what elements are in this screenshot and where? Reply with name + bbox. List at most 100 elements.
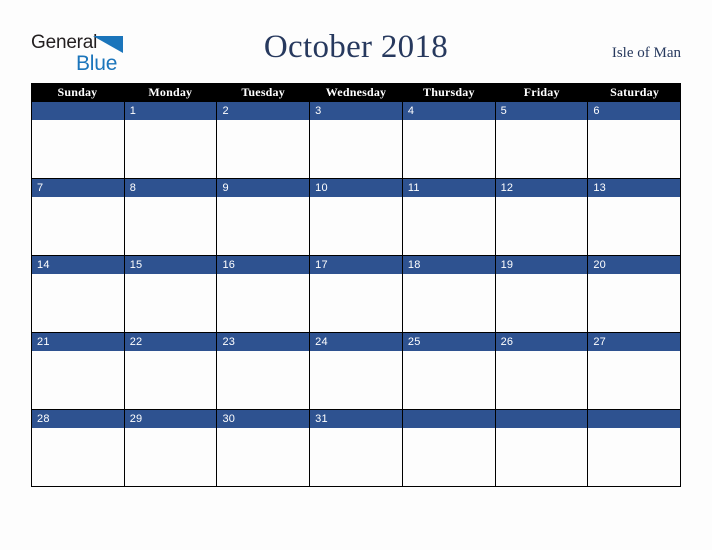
day-number [32, 102, 124, 120]
day-cell[interactable] [588, 410, 682, 487]
day-cell[interactable]: 20 [588, 256, 682, 333]
day-cell[interactable]: 13 [588, 179, 682, 256]
day-cell[interactable]: 10 [310, 179, 403, 256]
day-note-area[interactable] [217, 274, 310, 332]
day-number: 28 [32, 410, 124, 428]
day-number: 16 [217, 256, 310, 274]
day-note-area[interactable] [32, 197, 124, 255]
day-cell[interactable]: 26 [495, 333, 589, 410]
day-note-area[interactable] [402, 428, 495, 486]
weekday-header-sunday: Sunday [57, 85, 98, 99]
day-number: 24 [310, 333, 402, 351]
day-cell[interactable]: 14 [31, 256, 125, 333]
day-cell[interactable]: 3 [310, 102, 403, 179]
day-note-area[interactable] [217, 120, 310, 178]
day-number: 15 [124, 256, 217, 274]
day-cell[interactable]: 21 [31, 333, 125, 410]
day-note-area[interactable] [217, 428, 310, 486]
day-cell[interactable]: 17 [310, 256, 403, 333]
day-cell[interactable]: 8 [124, 179, 218, 256]
day-note-area[interactable] [495, 351, 588, 409]
day-note-area[interactable] [402, 274, 495, 332]
location-label: Isle of Man [611, 45, 681, 61]
day-note-area[interactable] [217, 351, 310, 409]
day-cell[interactable]: 24 [310, 333, 403, 410]
day-note-area[interactable] [217, 197, 310, 255]
day-cell[interactable]: 15 [124, 256, 218, 333]
day-note-area[interactable] [495, 428, 588, 486]
day-cell[interactable]: 29 [124, 410, 218, 487]
day-note-area[interactable] [310, 197, 402, 255]
day-cell[interactable]: 1 [124, 102, 218, 179]
day-cell[interactable]: 12 [495, 179, 589, 256]
day-number: 3 [310, 102, 402, 120]
day-note-area[interactable] [32, 428, 124, 486]
day-cell[interactable] [495, 410, 589, 487]
day-number [402, 410, 495, 428]
day-note-area[interactable] [495, 120, 588, 178]
day-cell[interactable]: 5 [495, 102, 589, 179]
day-cell[interactable]: 11 [402, 179, 496, 256]
day-number: 13 [588, 179, 681, 197]
day-cell[interactable]: 16 [217, 256, 311, 333]
day-note-area[interactable] [588, 274, 681, 332]
day-number: 11 [402, 179, 495, 197]
day-note-area[interactable] [310, 274, 402, 332]
day-note-area[interactable] [588, 428, 681, 486]
weekday-header-tuesday: Tuesday [241, 85, 285, 99]
day-cell[interactable]: 19 [495, 256, 589, 333]
day-note-area[interactable] [310, 428, 402, 486]
day-number: 14 [32, 256, 124, 274]
week-row: 14 15 16 17 18 19 20 [31, 256, 682, 333]
day-number: 9 [217, 179, 310, 197]
day-note-area[interactable] [588, 197, 681, 255]
day-cell[interactable]: 31 [310, 410, 403, 487]
week-row: 21 22 23 24 25 26 27 [31, 333, 682, 410]
day-note-area[interactable] [402, 197, 495, 255]
day-note-area[interactable] [32, 274, 124, 332]
day-note-area[interactable] [124, 274, 217, 332]
day-number: 21 [32, 333, 124, 351]
day-number: 23 [217, 333, 310, 351]
day-note-area[interactable] [402, 120, 495, 178]
day-number [495, 410, 588, 428]
day-cell[interactable]: 30 [217, 410, 311, 487]
day-number: 17 [310, 256, 402, 274]
day-note-area[interactable] [124, 351, 217, 409]
day-note-area[interactable] [124, 428, 217, 486]
week-row: 7 8 9 10 11 12 13 [31, 179, 682, 256]
day-note-area[interactable] [588, 120, 681, 178]
page-title: October 2018 [263, 29, 449, 65]
day-cell[interactable]: 18 [402, 256, 496, 333]
day-note-area[interactable] [402, 351, 495, 409]
day-note-area[interactable] [310, 351, 402, 409]
day-note-area[interactable] [310, 120, 402, 178]
day-cell[interactable]: 22 [124, 333, 218, 410]
day-cell[interactable]: 4 [402, 102, 496, 179]
day-cell[interactable]: 7 [31, 179, 125, 256]
day-note-area[interactable] [124, 197, 217, 255]
day-note-area[interactable] [495, 274, 588, 332]
page-header: General Blue October 2018 Isle of Man [0, 0, 712, 83]
day-cell[interactable] [31, 102, 125, 179]
day-note-area[interactable] [495, 197, 588, 255]
day-cell[interactable]: 6 [588, 102, 682, 179]
day-number: 22 [124, 333, 217, 351]
day-number [588, 410, 681, 428]
day-cell[interactable]: 28 [31, 410, 125, 487]
day-cell[interactable]: 9 [217, 179, 311, 256]
day-note-area[interactable] [32, 120, 124, 178]
weekday-header-friday: Friday [523, 85, 560, 99]
day-cell[interactable]: 23 [217, 333, 311, 410]
day-cell[interactable] [402, 410, 496, 487]
day-note-area[interactable] [32, 351, 124, 409]
day-number: 4 [402, 102, 495, 120]
day-note-area[interactable] [124, 120, 217, 178]
day-number: 30 [217, 410, 310, 428]
day-cell[interactable]: 27 [588, 333, 682, 410]
day-note-area[interactable] [588, 351, 681, 409]
day-cell[interactable]: 25 [402, 333, 496, 410]
day-number: 26 [495, 333, 588, 351]
day-cell[interactable]: 2 [217, 102, 311, 179]
weekday-header-row: Sunday Monday Tuesday Wednesday Thursday… [31, 83, 681, 102]
